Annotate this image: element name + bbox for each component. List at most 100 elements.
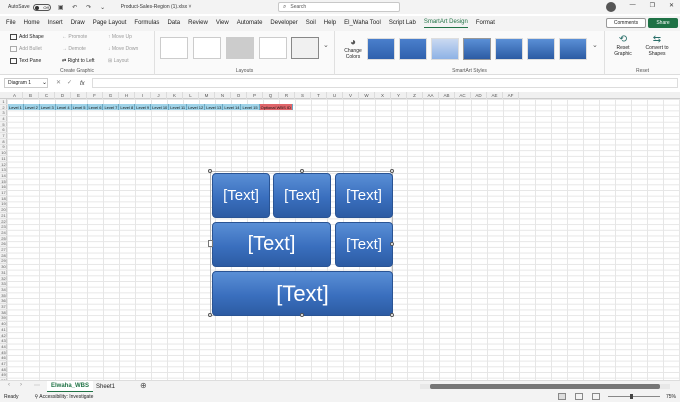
change-colors-button[interactable]: ◕ Change Colors: [339, 37, 367, 60]
resize-handle-top[interactable]: [300, 169, 304, 173]
previous-sheet-icon[interactable]: ‹: [8, 382, 10, 388]
level-cell[interactable]: Level 13: [205, 104, 224, 110]
column-header[interactable]: G: [103, 92, 119, 99]
column-header[interactable]: B: [23, 92, 39, 99]
level-cell[interactable]: Level 5: [71, 104, 88, 110]
column-header[interactable]: P: [247, 92, 263, 99]
column-header[interactable]: AE: [487, 92, 503, 99]
column-header[interactable]: J: [151, 92, 167, 99]
tab-smartart-design[interactable]: SmartArt Design: [423, 19, 468, 28]
smartart-graphic[interactable]: [Text] [Text] [Text] [Text] [Text] [Text…: [208, 169, 394, 317]
layout-option-3[interactable]: [226, 37, 254, 59]
layouts-more-icon[interactable]: ⌄: [323, 41, 329, 49]
user-avatar[interactable]: [606, 2, 616, 12]
level-cell[interactable]: Level 11: [169, 104, 188, 110]
style-option-5[interactable]: [495, 38, 523, 60]
style-option-2[interactable]: [399, 38, 427, 60]
sheet-tab-elwaha-wbs[interactable]: Elwaha_WBS: [47, 381, 94, 392]
column-header[interactable]: N: [215, 92, 231, 99]
styles-more-icon[interactable]: ⌄: [592, 41, 598, 49]
add-shape-button[interactable]: Add Shape: [10, 34, 44, 40]
file-name[interactable]: Product-Sales-Region (1).xlsx ˅: [121, 4, 192, 10]
level-cell[interactable]: Level 1: [8, 104, 24, 110]
search-box[interactable]: ⌕ Search: [278, 2, 400, 12]
level-cell[interactable]: Level 15: [241, 104, 260, 110]
tab-script-lab[interactable]: Script Lab: [389, 20, 416, 28]
tab-data[interactable]: Data: [167, 20, 180, 28]
zoom-knob[interactable]: [630, 394, 633, 399]
convert-to-shapes-button[interactable]: ⇆ Convert to Shapes: [637, 34, 677, 57]
smartart-shape-1[interactable]: [Text]: [212, 173, 270, 218]
level-cell[interactable]: Level 12: [187, 104, 206, 110]
column-header[interactable]: R: [279, 92, 295, 99]
move-up-button[interactable]: ↑ Move Up: [108, 34, 132, 40]
sheet-tab-sheet1[interactable]: Sheet1: [92, 381, 119, 392]
style-option-7[interactable]: [559, 38, 587, 60]
promote-button[interactable]: ← Promote: [62, 34, 87, 40]
undo-icon[interactable]: ↶: [71, 3, 79, 11]
level-cell[interactable]: Level 8: [119, 104, 136, 110]
tab-developer[interactable]: Developer: [270, 20, 297, 28]
tab-insert[interactable]: Insert: [48, 20, 63, 28]
resize-handle-bottom-left[interactable]: [208, 313, 212, 317]
smartart-shape-3[interactable]: [Text]: [335, 173, 393, 218]
resize-handle-right[interactable]: [390, 242, 394, 246]
zoom-slider[interactable]: [608, 394, 660, 399]
restore-button[interactable]: ❐: [650, 2, 655, 9]
zoom-level[interactable]: 75%: [666, 394, 676, 400]
comments-button[interactable]: Comments: [606, 18, 646, 28]
tab-format[interactable]: Format: [476, 20, 495, 28]
resize-handle-bottom-right[interactable]: [390, 313, 394, 317]
style-option-6[interactable]: [527, 38, 555, 60]
reset-graphic-button[interactable]: ⟲ Reset Graphic: [609, 34, 637, 57]
formula-input[interactable]: [92, 78, 678, 88]
autosave-toggle[interactable]: Off: [32, 3, 51, 11]
column-header[interactable]: F: [87, 92, 103, 99]
column-header[interactable]: S: [295, 92, 311, 99]
column-header[interactable]: A: [7, 92, 23, 99]
level-cell[interactable]: Level 6: [87, 104, 104, 110]
column-header[interactable]: M: [199, 92, 215, 99]
column-header[interactable]: W: [359, 92, 375, 99]
page-break-view-button[interactable]: [592, 393, 600, 400]
layout-option-2[interactable]: [193, 37, 221, 59]
style-option-3[interactable]: [431, 38, 459, 60]
tab-automate[interactable]: Automate: [237, 20, 263, 28]
accessibility-status[interactable]: ⚲ Accessibility: Investigate: [34, 394, 93, 400]
column-header[interactable]: U: [327, 92, 343, 99]
next-sheet-icon[interactable]: ›: [20, 382, 22, 388]
right-to-left-button[interactable]: ⇄ Right to Left: [62, 58, 95, 64]
tab-review[interactable]: Review: [188, 20, 208, 28]
demote-button[interactable]: → Demote: [62, 46, 86, 52]
scrollbar-thumb[interactable]: [430, 384, 660, 389]
column-header[interactable]: H: [119, 92, 135, 99]
smartart-shape-4[interactable]: [Text]: [212, 222, 331, 267]
tab-el-waha-tool[interactable]: El_Waha Tool: [344, 20, 381, 28]
level-cell[interactable]: Level 10: [151, 104, 170, 110]
tab-page-layout[interactable]: Page Layout: [93, 20, 127, 28]
smartart-shape-2[interactable]: [Text]: [273, 173, 331, 218]
close-button[interactable]: ✕: [669, 2, 674, 9]
horizontal-scrollbar[interactable]: [420, 384, 670, 389]
level-cell[interactable]: Level 14: [223, 104, 242, 110]
style-option-1[interactable]: [367, 38, 395, 60]
cancel-icon[interactable]: ✕: [56, 79, 61, 86]
column-header[interactable]: Z: [407, 92, 423, 99]
tab-soil[interactable]: Soil: [306, 20, 316, 28]
level-cell[interactable]: Level 2: [23, 104, 40, 110]
column-header[interactable]: O: [231, 92, 247, 99]
text-pane-button[interactable]: Text Pane: [10, 58, 41, 64]
column-header[interactable]: V: [343, 92, 359, 99]
level-cell[interactable]: Optional WBS ID: [259, 104, 293, 110]
text-pane-expander[interactable]: [208, 240, 213, 247]
enter-icon[interactable]: ✓: [67, 79, 72, 86]
column-header[interactable]: I: [135, 92, 151, 99]
column-header[interactable]: AF: [503, 92, 519, 99]
level-cell[interactable]: Level 4: [55, 104, 72, 110]
tab-file[interactable]: File: [6, 20, 16, 28]
save-icon[interactable]: ▣: [57, 3, 65, 11]
column-header[interactable]: AB: [439, 92, 455, 99]
resize-handle-bottom[interactable]: [300, 313, 304, 317]
column-header[interactable]: C: [39, 92, 55, 99]
tab-draw[interactable]: Draw: [71, 20, 85, 28]
